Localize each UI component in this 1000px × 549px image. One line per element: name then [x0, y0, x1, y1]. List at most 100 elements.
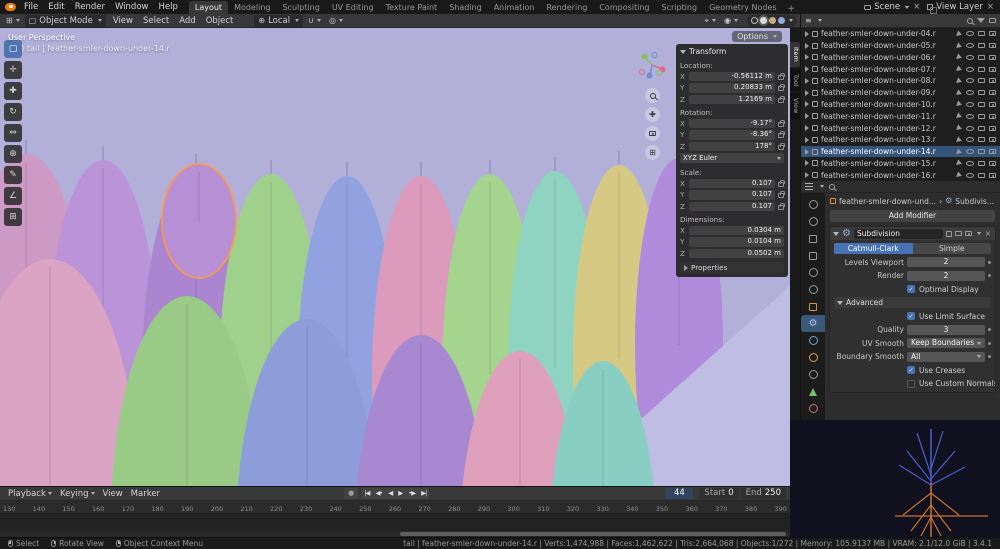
current-frame-field[interactable]: 44: [665, 488, 693, 499]
perspective-toggle-button[interactable]: ⊞: [645, 145, 660, 160]
properties-tab-render[interactable]: [801, 213, 825, 230]
simple-button[interactable]: Simple: [913, 243, 992, 254]
render-disable-toggle-icon[interactable]: [989, 31, 996, 36]
animate-property-dot[interactable]: [988, 328, 991, 331]
viewport-disable-toggle-icon[interactable]: [978, 78, 985, 83]
unlink-view-layer-button[interactable]: ×: [986, 2, 995, 12]
expand-icon[interactable]: [805, 160, 809, 166]
sidebar-tab-view[interactable]: View: [790, 93, 800, 118]
catmull-clark-button[interactable]: Catmull-Clark: [834, 243, 913, 254]
viewport-disable-toggle-icon[interactable]: [978, 137, 985, 142]
render-levels-field[interactable]: 2: [907, 271, 985, 281]
menu-window[interactable]: Window: [110, 2, 154, 12]
timeline-ruler[interactable]: 1301401501601701801902002102202302402502…: [0, 501, 790, 513]
render-display-toggle[interactable]: [965, 231, 972, 236]
selectable-toggle-icon[interactable]: [956, 42, 963, 49]
rotation-x-field[interactable]: -9.17°: [689, 119, 775, 129]
visibility-toggle-icon[interactable]: [966, 149, 974, 154]
viewport-disable-toggle-icon[interactable]: [978, 173, 985, 178]
dimensions-x-field[interactable]: 0.0304 m: [689, 226, 784, 236]
visibility-toggle-icon[interactable]: [966, 67, 974, 72]
frame-start-field[interactable]: Start 0: [699, 488, 738, 499]
search-icon[interactable]: [967, 18, 973, 24]
transform-panel-header[interactable]: Transform: [680, 46, 784, 59]
lock-icon[interactable]: [778, 122, 784, 127]
timeline-menu-keying[interactable]: Keying: [56, 489, 99, 499]
realtime-display-toggle[interactable]: [955, 231, 962, 236]
properties-tab-particles[interactable]: [801, 332, 825, 349]
render-disable-toggle-icon[interactable]: [989, 126, 996, 131]
visibility-toggle-icon[interactable]: [966, 78, 974, 83]
visibility-toggle-icon[interactable]: [966, 114, 974, 119]
viewport-menu-view[interactable]: View: [108, 16, 138, 26]
visibility-toggle-icon[interactable]: [966, 55, 974, 60]
show-overlays-button[interactable]: ◉: [721, 16, 741, 25]
render-disable-toggle-icon[interactable]: [989, 137, 996, 142]
viewport-disable-toggle-icon[interactable]: [978, 102, 985, 107]
properties-collapsed-panel[interactable]: Properties: [680, 262, 784, 273]
image-editor[interactable]: [790, 420, 1000, 537]
outliner-item[interactable]: feather-smler-down-under-09.r: [801, 87, 1000, 99]
lock-icon[interactable]: [778, 133, 784, 138]
properties-tab-material[interactable]: [801, 400, 825, 417]
add-cube-tool-button[interactable]: ⊞: [4, 208, 22, 226]
transform-orientation-dropdown[interactable]: ⊕ Local: [254, 15, 303, 27]
workspace-tab-shading[interactable]: Shading: [443, 1, 488, 14]
expand-icon[interactable]: [805, 43, 809, 49]
workspace-tab-compositing[interactable]: Compositing: [593, 1, 655, 14]
menu-edit[interactable]: Edit: [43, 2, 69, 12]
visibility-toggle-icon[interactable]: [966, 90, 974, 95]
scale-x-field[interactable]: 0.107: [689, 179, 775, 189]
viewport-disable-toggle-icon[interactable]: [978, 90, 985, 95]
render-disable-toggle-icon[interactable]: [989, 55, 996, 60]
transport-jump-end-button[interactable]: ▶|: [418, 488, 429, 499]
properties-tab-modifiers[interactable]: ⚙: [801, 315, 825, 332]
use-limit-surface-checkbox[interactable]: [907, 312, 915, 320]
properties-tab-physics[interactable]: [801, 349, 825, 366]
rendered-shading-button[interactable]: [778, 17, 785, 24]
timeline-menu-marker[interactable]: Marker: [127, 489, 164, 499]
selectable-toggle-icon[interactable]: [956, 124, 963, 131]
render-disable-toggle-icon[interactable]: [989, 90, 996, 95]
rotate-tool-button[interactable]: ↻: [4, 103, 22, 121]
expand-icon[interactable]: [805, 172, 809, 178]
render-disable-toggle-icon[interactable]: [989, 43, 996, 48]
expand-icon[interactable]: [805, 90, 809, 96]
menu-file[interactable]: File: [19, 2, 43, 12]
lock-icon[interactable]: [778, 205, 784, 210]
visibility-toggle-icon[interactable]: [966, 102, 974, 107]
transform-tool-button[interactable]: ⊕: [4, 145, 22, 163]
transport-play-button[interactable]: ▶: [395, 488, 405, 499]
dimensions-y-field[interactable]: 0.0104 m: [689, 237, 784, 247]
display-mode-icon[interactable]: [989, 18, 996, 23]
viewport-disable-toggle-icon[interactable]: [978, 149, 985, 154]
workspace-tab-scripting[interactable]: Scripting: [656, 1, 704, 14]
transport-play-reverse-button[interactable]: ◀: [385, 488, 395, 499]
animate-property-dot[interactable]: [988, 355, 991, 358]
expand-icon[interactable]: [805, 66, 809, 72]
optimal-display-checkbox[interactable]: [907, 285, 915, 293]
boundary-smooth-dropdown[interactable]: All: [907, 352, 985, 362]
render-disable-toggle-icon[interactable]: [989, 114, 996, 119]
transport-jump-start-button[interactable]: |◀: [361, 488, 372, 499]
navigation-gizmo[interactable]: [637, 50, 667, 80]
viewport-disable-toggle-icon[interactable]: [978, 114, 985, 119]
dimensions-z-field[interactable]: 0.0502 m: [689, 249, 784, 259]
menu-help[interactable]: Help: [153, 2, 182, 12]
viewport-disable-toggle-icon[interactable]: [978, 161, 985, 166]
lock-icon[interactable]: [778, 86, 784, 91]
selectable-toggle-icon[interactable]: [956, 171, 963, 178]
properties-tab-object-data[interactable]: [801, 383, 825, 400]
location-x-field[interactable]: -0.56112 m: [689, 72, 775, 82]
properties-tab-constraints[interactable]: [801, 366, 825, 383]
material-preview-shading-button[interactable]: [769, 17, 776, 24]
workspace-tab-rendering[interactable]: Rendering: [540, 1, 593, 14]
render-disable-toggle-icon[interactable]: [989, 173, 996, 178]
outliner-item[interactable]: feather-smler-down-under-13.r: [801, 134, 1000, 146]
outliner-item[interactable]: feather-smler-down-under-08.r: [801, 75, 1000, 87]
viewport-disable-toggle-icon[interactable]: [978, 31, 985, 36]
unlink-scene-button[interactable]: ×: [912, 2, 921, 12]
timeline-menu-playback[interactable]: Playback: [4, 489, 56, 499]
expand-icon[interactable]: [805, 31, 809, 37]
viewport-menu-select[interactable]: Select: [138, 16, 174, 26]
